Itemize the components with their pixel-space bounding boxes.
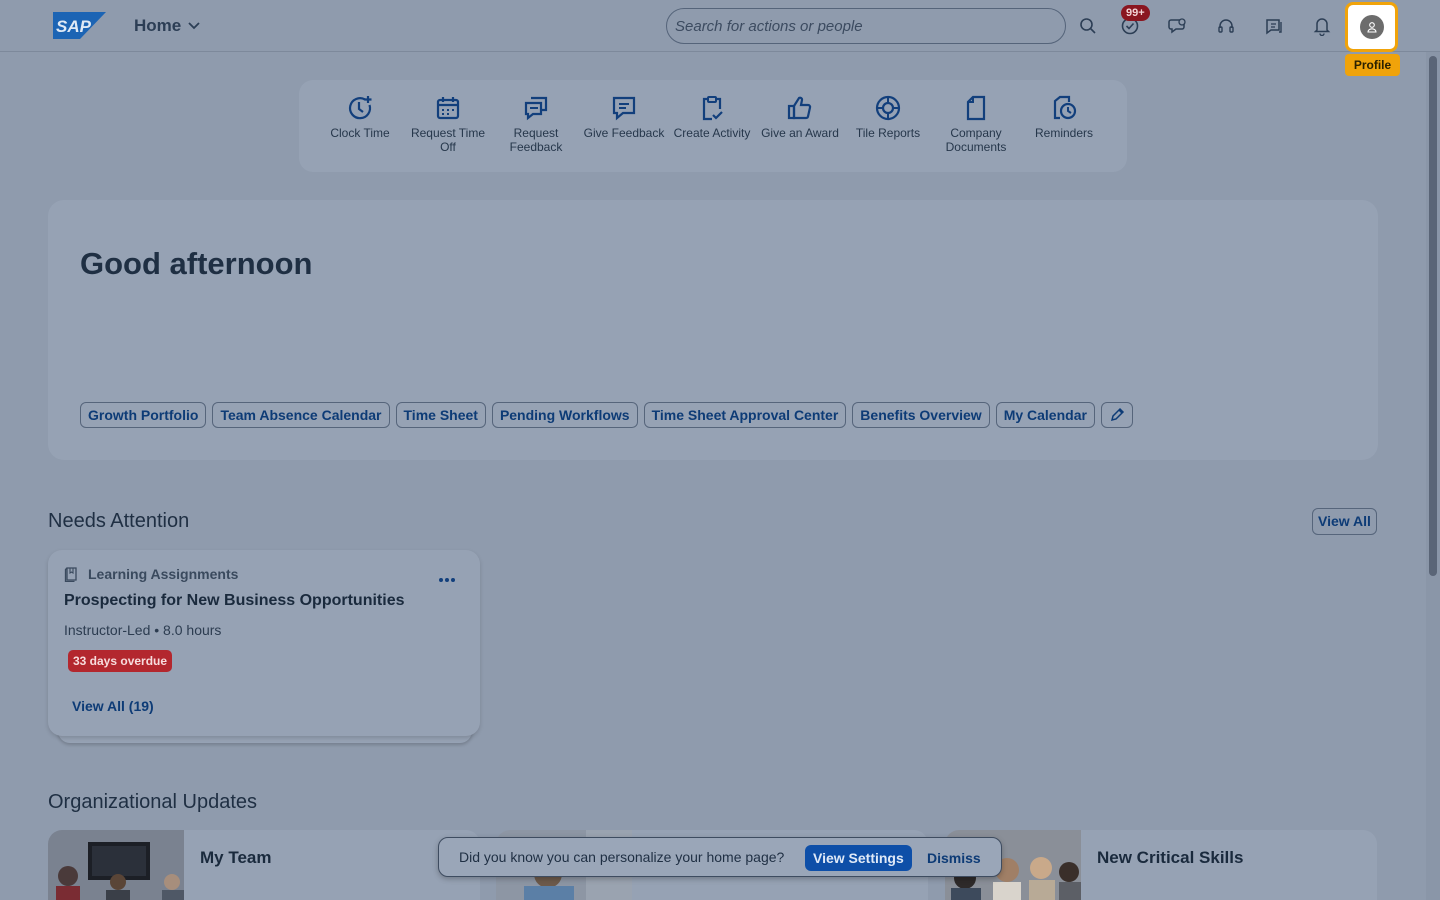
headset-icon[interactable] bbox=[1214, 14, 1238, 38]
quick-action-request-time-off[interactable]: Request Time Off bbox=[404, 94, 492, 154]
quick-action-tile-reports[interactable]: Tile Reports bbox=[844, 94, 932, 140]
search-input[interactable] bbox=[667, 9, 1065, 43]
team-photo bbox=[48, 830, 184, 900]
document-icon bbox=[966, 95, 986, 121]
quick-action-request-feedback[interactable]: Request Feedback bbox=[492, 94, 580, 154]
greeting-title: Good afternoon bbox=[80, 246, 313, 281]
greeting-card: Good afternoon Growth Portfolio Team Abs… bbox=[48, 200, 1378, 460]
quick-action-label: Request Feedback bbox=[509, 126, 563, 154]
shortcut-links: Growth Portfolio Team Absence Calendar T… bbox=[80, 402, 1133, 428]
card-type-label: Learning Assignments bbox=[88, 566, 239, 582]
bell-icon[interactable] bbox=[1310, 14, 1334, 38]
pencil-icon bbox=[1110, 407, 1124, 422]
clipboard-check-icon bbox=[702, 96, 723, 121]
card-meta: Instructor-Led • 8.0 hours bbox=[64, 622, 222, 638]
home-menu-label: Home bbox=[134, 16, 182, 35]
link-growth-portfolio[interactable]: Growth Portfolio bbox=[80, 402, 207, 428]
quick-action-label: Give Feedback bbox=[583, 126, 665, 140]
dismiss-button[interactable]: Dismiss bbox=[927, 850, 981, 866]
edit-links-button[interactable] bbox=[1100, 402, 1133, 428]
overdue-badge: 33 days overdue bbox=[68, 650, 173, 672]
logo-text: SAP bbox=[56, 17, 92, 36]
link-time-sheet[interactable]: Time Sheet bbox=[395, 402, 486, 428]
target-icon bbox=[875, 95, 901, 121]
shell-header: SAP Home 99+ bbox=[0, 0, 1440, 52]
more-options-icon[interactable] bbox=[438, 570, 456, 588]
calendar-icon bbox=[436, 97, 460, 120]
link-time-sheet-approval-center[interactable]: Time Sheet Approval Center bbox=[643, 402, 847, 428]
search-icon[interactable] bbox=[1076, 14, 1100, 38]
org-card-my-team[interactable]: My Team bbox=[48, 830, 480, 900]
quick-action-label: Company Documents bbox=[945, 126, 1007, 154]
chat-icon[interactable] bbox=[1166, 14, 1190, 38]
needs-attention-title: Needs Attention bbox=[48, 510, 190, 532]
profile-tooltip: Profile bbox=[1345, 54, 1400, 76]
quick-action-label: Reminders bbox=[1034, 126, 1094, 140]
org-card-new-critical-skills[interactable]: New Critical Skills bbox=[945, 830, 1377, 900]
feedback-request-icon bbox=[524, 96, 548, 121]
personalize-toast: Did you know you can personalize your ho… bbox=[438, 837, 1002, 877]
needs-attention-view-all-button[interactable]: View All bbox=[1312, 508, 1377, 535]
toast-message: Did you know you can personalize your ho… bbox=[459, 849, 785, 865]
quick-action-label: Create Activity bbox=[673, 126, 751, 140]
quick-action-label: Request Time Off bbox=[410, 126, 486, 154]
help-book-icon[interactable] bbox=[1262, 14, 1286, 38]
org-card-title: New Critical Skills bbox=[1097, 848, 1244, 867]
org-card-title: My Team bbox=[200, 848, 272, 867]
scrollbar-thumb[interactable] bbox=[1429, 56, 1437, 576]
link-my-calendar[interactable]: My Calendar bbox=[995, 402, 1095, 428]
card-view-all-link[interactable]: View All (19) bbox=[72, 698, 154, 714]
learning-book-icon bbox=[64, 567, 77, 582]
quick-action-company-documents[interactable]: Company Documents bbox=[932, 94, 1020, 154]
user-icon bbox=[1366, 22, 1377, 33]
link-benefits-overview[interactable]: Benefits Overview bbox=[852, 402, 990, 428]
search-field[interactable] bbox=[666, 8, 1066, 44]
reminder-icon bbox=[1053, 95, 1077, 120]
card-title: Prospecting for New Business Opportuniti… bbox=[64, 592, 405, 609]
quick-action-label: Tile Reports bbox=[855, 126, 921, 140]
quick-action-give-an-award[interactable]: Give an Award bbox=[756, 94, 844, 140]
tasks-badge: 99+ bbox=[1121, 5, 1150, 21]
learning-assignment-card[interactable]: Learning Assignments Prospecting for New… bbox=[48, 550, 480, 736]
quick-action-label: Clock Time bbox=[330, 126, 390, 140]
quick-action-reminders[interactable]: Reminders bbox=[1020, 94, 1108, 140]
chevron-down-icon bbox=[188, 22, 200, 30]
org-updates-title: Organizational Updates bbox=[48, 791, 258, 813]
view-settings-button[interactable]: View Settings bbox=[805, 845, 912, 871]
avatar bbox=[1359, 15, 1384, 39]
clock-plus-icon bbox=[348, 96, 372, 120]
quick-action-create-activity[interactable]: Create Activity bbox=[668, 94, 756, 140]
profile-button[interactable] bbox=[1345, 2, 1398, 52]
link-pending-workflows[interactable]: Pending Workflows bbox=[491, 402, 638, 428]
card-type: Learning Assignments bbox=[64, 566, 238, 582]
link-team-absence-calendar[interactable]: Team Absence Calendar bbox=[212, 402, 390, 428]
quick-actions-bar: Clock Time Request Time Off Request Feed… bbox=[299, 80, 1127, 172]
thumbs-up-icon bbox=[787, 96, 812, 120]
quick-action-give-feedback[interactable]: Give Feedback bbox=[580, 94, 668, 140]
sap-logo[interactable]: SAP bbox=[53, 12, 106, 39]
home-menu[interactable]: Home bbox=[134, 16, 200, 36]
comment-icon bbox=[612, 96, 636, 121]
quick-action-clock-time[interactable]: Clock Time bbox=[316, 94, 404, 140]
quick-action-label: Give an Award bbox=[761, 126, 839, 140]
